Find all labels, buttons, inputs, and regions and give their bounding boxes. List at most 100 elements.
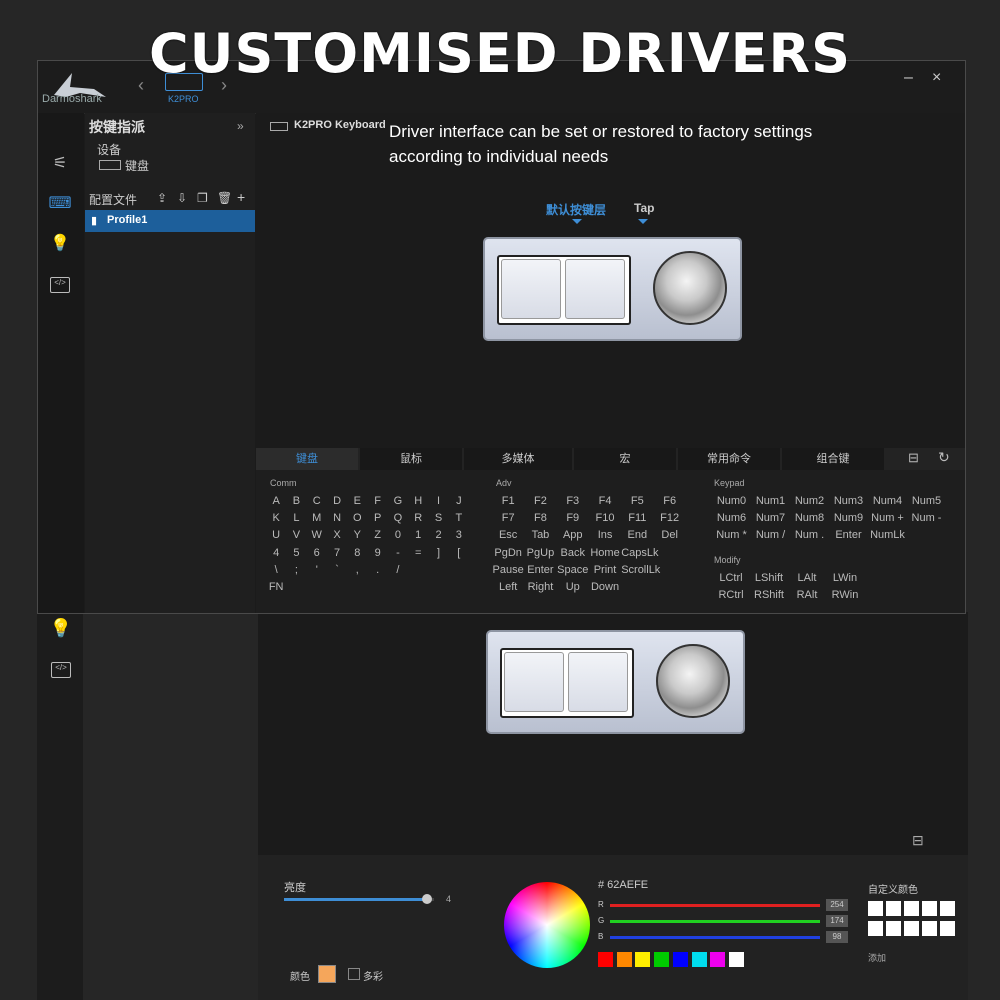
key-option[interactable]: Num0 (712, 495, 751, 507)
key-option[interactable]: LCtrl (712, 572, 750, 584)
save-icon[interactable]: ⊟ (912, 832, 924, 849)
key-option[interactable]: RCtrl (712, 589, 750, 601)
b-slider[interactable] (610, 936, 820, 939)
collapse-button[interactable]: » (237, 119, 244, 133)
key-option[interactable]: W (307, 529, 327, 541)
tab-mouse[interactable]: 鼠标 (360, 448, 462, 470)
key-option[interactable]: F12 (654, 512, 686, 524)
key-option[interactable]: FN (266, 581, 286, 593)
preset-color-swatch[interactable] (672, 952, 688, 967)
profile-item[interactable]: ▮ Profile1 (85, 210, 255, 232)
key-2[interactable] (565, 259, 625, 319)
key-option[interactable]: \ (266, 564, 286, 576)
key-option[interactable]: K (266, 512, 286, 524)
key-option[interactable]: ` (327, 564, 347, 576)
knob[interactable] (653, 251, 727, 325)
key-option[interactable]: A (266, 495, 286, 507)
key-option[interactable]: P (368, 512, 388, 524)
key-option[interactable]: Print (589, 564, 621, 576)
key-option[interactable]: Ins (589, 529, 621, 541)
key-option[interactable]: 6 (307, 547, 327, 559)
device-item[interactable]: 键盘 (125, 157, 149, 174)
key-option[interactable]: Q (388, 512, 408, 524)
tab-multimedia[interactable]: 多媒体 (464, 448, 572, 470)
key-option[interactable]: F6 (654, 495, 686, 507)
preset-color-swatch[interactable] (635, 952, 651, 967)
key-option[interactable]: Right (524, 581, 556, 593)
key-option[interactable]: / (388, 564, 408, 576)
add-icon[interactable]: + (237, 189, 245, 205)
key-option[interactable]: B (286, 495, 306, 507)
key-option[interactable]: CapsLk (621, 547, 658, 559)
key-option[interactable]: 9 (368, 547, 388, 559)
current-color-swatch[interactable] (318, 965, 336, 983)
key-option[interactable]: F7 (492, 512, 524, 524)
key-option[interactable]: Enter (524, 564, 556, 576)
lightbulb-icon[interactable]: 💡 (49, 618, 73, 642)
key-option[interactable]: R (408, 512, 428, 524)
key-option[interactable]: App (557, 529, 589, 541)
key-option[interactable]: Num . (790, 529, 829, 541)
key-option[interactable]: 5 (286, 547, 306, 559)
key-1[interactable] (501, 259, 561, 319)
key-option[interactable]: F3 (557, 495, 589, 507)
key-option[interactable]: O (347, 512, 367, 524)
key-option[interactable]: [ (449, 547, 469, 559)
r-value[interactable]: 254 (826, 899, 848, 911)
preset-color-swatch[interactable] (710, 952, 726, 967)
save-icon[interactable]: ⊟ (908, 450, 919, 466)
key-option[interactable]: Down (589, 581, 621, 593)
preset-color-swatch[interactable] (654, 952, 670, 967)
key-option[interactable]: ScrollLk (621, 564, 660, 576)
key-option[interactable]: F1 (492, 495, 524, 507)
key-option[interactable]: RWin (826, 589, 864, 601)
preset-color-swatch[interactable] (616, 952, 632, 967)
key-option[interactable]: C (307, 495, 327, 507)
key-option[interactable]: F10 (589, 512, 621, 524)
key-option[interactable]: F11 (621, 512, 653, 524)
tab-tap-layer[interactable]: Tap (634, 201, 654, 215)
key-option[interactable]: LShift (750, 572, 788, 584)
key-option[interactable]: S (428, 512, 448, 524)
tab-macro[interactable]: 宏 (574, 448, 676, 470)
key-option[interactable]: Num1 (751, 495, 790, 507)
brightness-slider[interactable] (284, 894, 434, 904)
key-option[interactable]: F4 (589, 495, 621, 507)
custom-color-slot[interactable] (940, 921, 955, 936)
key-option[interactable]: G (388, 495, 408, 507)
key-option[interactable]: F (368, 495, 388, 507)
key-option[interactable]: Num * (712, 529, 751, 541)
key-option[interactable]: Num7 (751, 512, 790, 524)
key-option[interactable]: RShift (750, 589, 788, 601)
custom-color-slot[interactable] (922, 901, 937, 916)
key-option[interactable]: ; (286, 564, 306, 576)
key-option[interactable]: L (286, 512, 306, 524)
add-color-label[interactable]: 添加 (868, 951, 886, 964)
tab-keyboard[interactable]: 键盘 (256, 448, 358, 470)
custom-color-slot[interactable] (886, 901, 901, 916)
custom-color-slot[interactable] (922, 921, 937, 936)
key-option[interactable]: Num9 (829, 512, 868, 524)
key-option[interactable]: ' (307, 564, 327, 576)
key-option[interactable]: Tab (524, 529, 556, 541)
custom-color-slot[interactable] (904, 921, 919, 936)
key-2[interactable] (568, 652, 628, 712)
key-option[interactable]: End (621, 529, 653, 541)
code-icon[interactable]: </> (51, 662, 71, 678)
key-option[interactable]: 0 (388, 529, 408, 541)
key-option[interactable]: LAlt (788, 572, 826, 584)
key-option[interactable]: , (347, 564, 367, 576)
hex-value[interactable]: # 62AEFE (598, 879, 648, 891)
custom-color-slot[interactable] (904, 901, 919, 916)
key-option[interactable]: PgDn (492, 547, 524, 559)
key-option[interactable]: Space (557, 564, 589, 576)
code-icon[interactable]: </> (50, 277, 70, 293)
key-option[interactable]: E (347, 495, 367, 507)
key-option[interactable]: D (327, 495, 347, 507)
key-option[interactable]: Up (557, 581, 589, 593)
key-option[interactable]: Z (368, 529, 388, 541)
keyboard-nav-icon[interactable]: ⌨ (48, 193, 72, 213)
key-option[interactable]: 8 (347, 547, 367, 559)
copy-icon[interactable]: ❐ (197, 191, 208, 205)
import-icon[interactable]: ⇩ (177, 191, 187, 205)
